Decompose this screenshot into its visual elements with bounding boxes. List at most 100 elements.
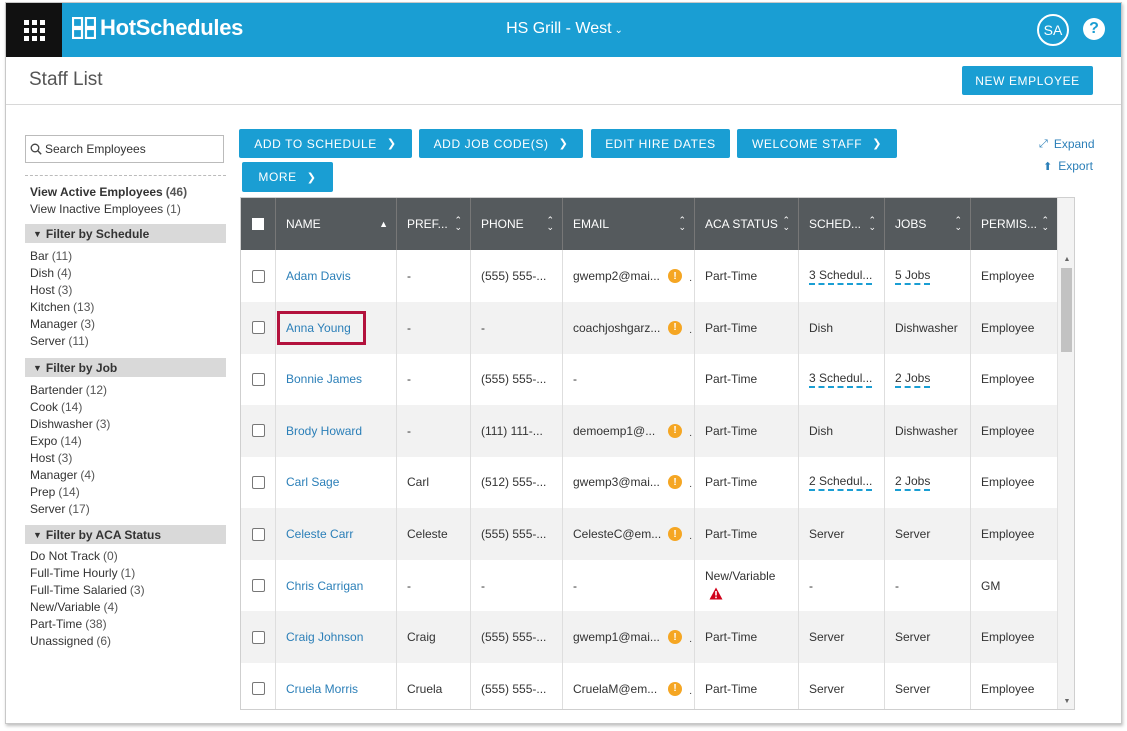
cell-name[interactable]: Chris Carrigan [276,559,397,612]
filter-item[interactable]: Manager (4) [30,468,95,482]
filter-item[interactable]: Full-Time Salaried (3) [30,583,145,597]
sched-link[interactable]: 3 Schedul... [809,268,873,285]
warning-icon[interactable]: ! [668,423,682,438]
col-aca-status[interactable]: ACA STATUS ⌃ ⌄ [695,198,799,250]
col-email[interactable]: EMAIL ⌃ ⌄ [563,198,695,250]
row-checkbox[interactable] [252,527,265,541]
search-input[interactable] [45,142,215,156]
cell-perm: GM [971,560,1057,612]
warning-icon[interactable]: ! [668,320,682,335]
employee-name-link[interactable]: Brody Howard [286,424,362,438]
cell-name[interactable]: Cruela Morris [276,662,397,709]
col-preferred[interactable]: PREF... ⌃ ⌄ [397,198,471,250]
location-selector[interactable]: HS Grill - West ⌄ [506,20,623,37]
employee-name-link[interactable]: Carl Sage [286,475,339,489]
more-button[interactable]: MORE ❯ [242,162,333,192]
cell-name[interactable]: Celeste Carr [276,508,397,560]
filter-item-label: Kitchen [30,300,71,314]
add-job-codes-button[interactable]: ADD JOB CODE(S) ❯ [419,129,583,158]
welcome-staff-button[interactable]: WELCOME STAFF ❯ [737,129,897,158]
jobs-link[interactable]: 5 Jobs [895,268,931,285]
row-checkbox[interactable] [252,579,265,593]
filter-item[interactable]: Server (11) [30,334,89,348]
cell-name[interactable]: Adam Davis [276,250,397,302]
expand-link[interactable]: ⤢ Expand [1039,137,1095,151]
view-inactive-employees[interactable]: View Inactive Employees (1) [30,202,181,216]
edit-hire-dates-button[interactable]: EDIT HIRE DATES [591,129,730,158]
filter-item[interactable]: Cook (14) [30,400,82,414]
employee-name-link[interactable]: Celeste Carr [286,527,353,541]
employee-name-link[interactable]: Bonnie James [286,372,362,386]
scroll-up-icon[interactable]: ▲ [1058,256,1074,263]
cell-sched: 3 Schedul... [799,250,885,302]
filter-item[interactable]: Bartender (12) [30,383,107,397]
sched-link[interactable]: 2 Schedul... [809,474,873,491]
select-all-checkbox[interactable] [252,218,264,230]
scroll-thumb[interactable] [1061,268,1072,352]
caret-down-icon: ▼ [33,362,42,373]
row-checkbox[interactable] [252,475,265,489]
warning-icon[interactable]: ! [668,269,682,283]
employee-name-link[interactable]: Cruela Morris [286,682,358,696]
filter-item[interactable]: Host (3) [30,451,72,465]
filter-item[interactable]: Do Not Track (0) [30,549,118,563]
table-scrollbar[interactable]: ▲ ▼ [1057,198,1074,709]
filter-item[interactable]: Host (3) [30,283,72,297]
export-link[interactable]: ⬆ Export [1043,159,1093,173]
cell-text: - [407,423,411,438]
filter-item[interactable]: Prep (14) [30,485,80,499]
app-launcher-button[interactable] [6,3,62,57]
filter-item[interactable]: Full-Time Hourly (1) [30,566,135,580]
filter-item[interactable]: Manager (3) [30,317,95,331]
cell-name[interactable]: Bonnie James [276,353,397,406]
view-active-employees[interactable]: View Active Employees (46) [30,185,187,199]
hotschedules-logo-icon [72,17,96,39]
warning-icon[interactable]: ! [668,630,682,645]
search-box[interactable] [25,135,224,163]
add-to-schedule-button[interactable]: ADD TO SCHEDULE ❯ [239,129,412,158]
filter-item[interactable]: Kitchen (13) [30,300,94,314]
col-permissions[interactable]: PERMIS... ⌃ ⌄ [971,198,1057,250]
filter-item[interactable]: New/Variable (4) [30,600,118,614]
sched-link[interactable]: 3 Schedul... [809,371,873,388]
cell-pref: Celeste [397,508,471,560]
filter-item[interactable]: Dish (4) [30,266,72,280]
col-name[interactable]: NAME ▲ [276,198,397,250]
cell-name[interactable]: Carl Sage [276,456,397,509]
cell-jobs: 2 Jobs [885,353,971,406]
filter-item[interactable]: Unassigned (6) [30,634,111,648]
filter-by-schedule-header[interactable]: ▼ Filter by Schedule [25,224,226,243]
scroll-down-icon[interactable]: ▼ [1058,698,1074,705]
user-avatar[interactable]: SA [1037,14,1069,46]
warning-icon[interactable]: ! [668,681,682,696]
employee-name-link[interactable]: Adam Davis [286,269,351,283]
filter-item[interactable]: Part-Time (38) [30,617,107,631]
row-checkbox[interactable] [252,321,265,335]
filter-by-job-header[interactable]: ▼ Filter by Job [25,358,226,377]
filter-item[interactable]: Dishwasher (3) [30,417,110,431]
filter-item[interactable]: Expo (14) [30,434,82,448]
filter-item[interactable]: Server (17) [30,502,90,516]
col-schedules[interactable]: SCHED... ⌃ ⌄ [799,198,885,250]
cell-name[interactable]: Craig Johnson [276,611,397,664]
row-checkbox[interactable] [252,630,265,644]
row-checkbox[interactable] [252,424,265,438]
warning-icon[interactable]: ! [668,527,682,541]
warning-icon[interactable]: ! [668,475,682,490]
row-checkbox[interactable] [252,682,265,696]
row-checkbox[interactable] [252,372,265,386]
cell-jobs: 2 Jobs [885,456,971,509]
employee-name-link[interactable]: Chris Carrigan [286,579,363,593]
new-employee-button[interactable]: NEW EMPLOYEE [962,66,1093,95]
row-checkbox[interactable] [252,269,265,283]
col-jobs[interactable]: JOBS ⌃ ⌄ [885,198,971,250]
jobs-link[interactable]: 2 Jobs [895,474,931,491]
filter-by-aca-header[interactable]: ▼ Filter by ACA Status [25,525,226,544]
jobs-link[interactable]: 2 Jobs [895,371,931,388]
cell-name[interactable]: Brody Howard [276,404,397,457]
filter-item[interactable]: Bar (11) [30,249,72,263]
cell-text: Part-Time [705,681,758,696]
employee-name-link[interactable]: Craig Johnson [286,630,363,644]
col-phone[interactable]: PHONE ⌃ ⌄ [471,198,563,250]
help-icon[interactable]: ? [1083,18,1105,40]
